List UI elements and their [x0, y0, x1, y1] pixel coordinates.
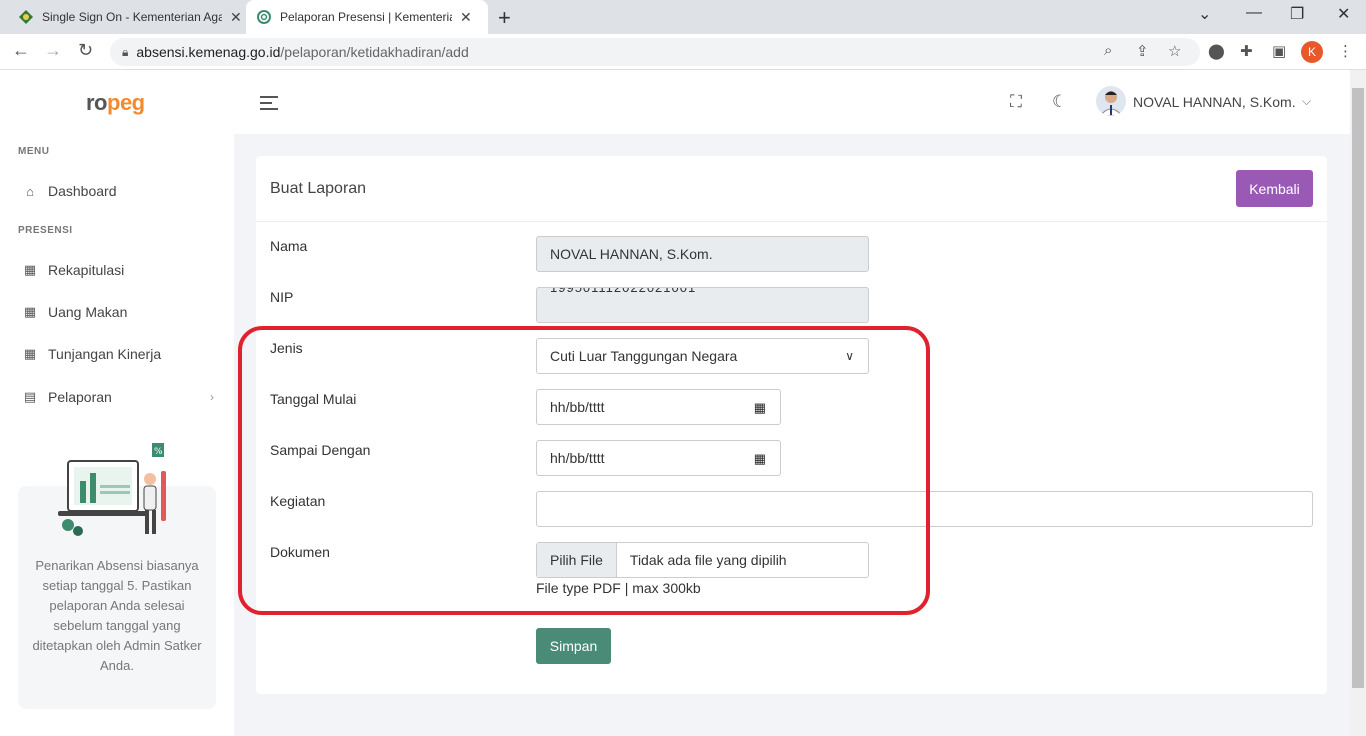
zoom-icon[interactable]: ⌕ [1104, 42, 1112, 59]
reload-icon[interactable]: ↻ [78, 40, 93, 61]
calendar-icon: ▦ [23, 304, 37, 319]
chevron-down-icon[interactable]: ⌄ [1198, 4, 1211, 24]
chevron-right-icon: › [210, 390, 214, 404]
sidebar-item-label: Pelaporan [48, 389, 112, 405]
sidebar-item-label: Tunjangan Kinerja [48, 346, 162, 362]
ropeg-logo[interactable]: ropeg [86, 90, 145, 116]
browser-toolbar: ← → ↻ 🔒︎ absensi.kemenag.go.id/pelaporan… [0, 34, 1366, 70]
new-tab-icon[interactable]: + [498, 5, 511, 31]
sidebar-item-uang-makan[interactable]: ▦ Uang Makan [22, 300, 222, 324]
scrollbar-thumb[interactable] [1352, 88, 1364, 688]
nip-value: 199501112022021001 [550, 287, 697, 295]
dokumen-file-input[interactable]: Pilih File Tidak ada file yang dipilih [536, 542, 869, 578]
lock-icon: 🔒︎ [122, 44, 129, 59]
minimize-icon[interactable]: — [1246, 4, 1262, 22]
kemenag-emblem-icon [18, 9, 34, 25]
calendar-icon[interactable]: ▦ [754, 451, 766, 467]
side-panel-icon[interactable]: ▣ [1272, 42, 1286, 60]
tanggal-mulai-value: hh/bb/tttt [550, 399, 605, 415]
calendar-icon[interactable]: ▦ [754, 400, 766, 416]
sidebar-item-label: Rekapitulasi [48, 262, 125, 278]
file-status: Tidak ada file yang dipilih [629, 552, 787, 568]
page-title: Buat Laporan [270, 180, 367, 197]
top-navbar: ⛶ ☾ NOVAL HANNAN, S.Kom. ⌵ [234, 70, 1350, 134]
kegiatan-input[interactable] [536, 491, 1313, 527]
sidebar-item-pelaporan[interactable]: ▤ Pelaporan › [22, 385, 222, 409]
sidebar-item-tunjangan-kinerja[interactable]: ▦ Tunjangan Kinerja [22, 342, 222, 366]
star-icon[interactable]: ☆ [1168, 42, 1181, 60]
chevron-down-icon[interactable]: ⌵ [1302, 94, 1311, 109]
sidebar: ropeg MENU ⌂ Dashboard PRESENSI ▦ Rekapi… [0, 70, 234, 736]
logo-part-peg: peg [107, 90, 145, 115]
svg-text:%: % [154, 447, 163, 457]
sidebar-item-dashboard[interactable]: ⌂ Dashboard [22, 179, 222, 203]
nama-label: Nama [270, 238, 308, 254]
forward-arrow-icon[interactable]: → [44, 40, 62, 61]
calendar-icon: ▦ [23, 346, 37, 361]
avatar[interactable] [1096, 86, 1126, 116]
file-hint: File type PDF | max 300kb [536, 580, 701, 596]
jenis-label: Jenis [270, 340, 303, 356]
nama-value: NOVAL HANNAN, S.Kom. [550, 246, 713, 262]
close-icon[interactable]: ✕ [460, 9, 472, 26]
close-icon[interactable]: ✕ [230, 9, 242, 26]
share-icon[interactable]: ⇪ [1136, 42, 1149, 60]
promo-card: % Penarikan Absensi biasanya setiap tang… [18, 443, 216, 709]
browser-tab-bar: Single Sign On - Kementerian Agama ✕ Pel… [0, 0, 1366, 34]
tab-title: Single Sign On - Kementerian Agama [42, 10, 222, 24]
browser-tab-pelaporan[interactable]: Pelaporan Presensi | Kementerian Agama ✕ [246, 0, 488, 34]
logo-part-ro: ro [86, 90, 108, 115]
spiral-logo-icon [256, 9, 272, 25]
sidebar-item-label: Uang Makan [48, 304, 128, 320]
dokumen-label: Dokumen [270, 544, 330, 560]
jenis-select[interactable]: Cuti Luar Tanggungan Negara ∨ [536, 338, 869, 374]
extensions-icon[interactable]: ✚ [1240, 42, 1253, 60]
fullscreen-icon[interactable]: ⛶ [1010, 92, 1022, 112]
save-button[interactable]: Simpan [536, 628, 611, 664]
nip-field[interactable]: 199501112022021001 [536, 287, 869, 323]
hamburger-menu-icon[interactable] [260, 96, 278, 114]
restore-icon[interactable]: ❐ [1290, 4, 1304, 24]
user-name[interactable]: NOVAL HANNAN, S.Kom. [1133, 94, 1296, 110]
location-pin-icon[interactable]: ⬤ [1208, 42, 1225, 60]
tanggal-mulai-label: Tanggal Mulai [270, 391, 357, 407]
kegiatan-label: Kegiatan [270, 493, 326, 509]
url-path: /pelaporan/ketidakhadiran/add [280, 44, 469, 60]
browser-tab-sso[interactable]: Single Sign On - Kementerian Agama ✕ [8, 0, 252, 34]
card-header: Buat Laporan Kembali [256, 156, 1327, 222]
tab-title: Pelaporan Presensi | Kementerian Agama [280, 10, 452, 24]
menu-heading: MENU [18, 146, 50, 157]
home-icon: ⌂ [26, 183, 34, 199]
close-window-icon[interactable]: ✕ [1337, 4, 1350, 24]
sidebar-item-rekapitulasi[interactable]: ▦ Rekapitulasi [22, 258, 222, 282]
sampai-dengan-label: Sampai Dengan [270, 442, 371, 458]
document-icon: ▤ [23, 389, 37, 404]
nama-field[interactable]: NOVAL HANNAN, S.Kom. [536, 236, 869, 272]
report-form-card: Buat Laporan Kembali Nama NOVAL HANNAN, … [256, 156, 1327, 694]
dark-mode-icon[interactable]: ☾ [1052, 92, 1067, 112]
back-button[interactable]: Kembali [1236, 170, 1313, 207]
jenis-value: Cuti Luar Tanggungan Negara [550, 348, 738, 364]
sidebar-item-label: Dashboard [48, 183, 117, 199]
back-arrow-icon[interactable]: ← [12, 40, 30, 61]
nip-label: NIP [270, 289, 294, 305]
profile-avatar[interactable]: K [1301, 41, 1323, 63]
tanggal-mulai-input[interactable]: hh/bb/tttt ▦ [536, 389, 781, 425]
analytics-illustration-icon: % [58, 443, 166, 536]
chevron-down-icon: ∨ [845, 349, 854, 363]
scrollbar[interactable] [1350, 70, 1366, 736]
choose-file-button[interactable]: Pilih File [537, 543, 617, 577]
promo-text: Penarikan Absensi biasanya setiap tangga… [32, 558, 202, 673]
sampai-dengan-input[interactable]: hh/bb/tttt ▦ [536, 440, 781, 476]
sampai-dengan-value: hh/bb/tttt [550, 450, 605, 466]
address-bar[interactable]: 🔒︎ absensi.kemenag.go.id/pelaporan/ketid… [110, 38, 1200, 66]
url-host: absensi.kemenag.go.id [136, 44, 281, 60]
presensi-heading: PRESENSI [18, 225, 73, 236]
kebab-menu-icon[interactable]: ⋮ [1338, 42, 1353, 60]
calendar-icon: ▦ [23, 262, 37, 277]
